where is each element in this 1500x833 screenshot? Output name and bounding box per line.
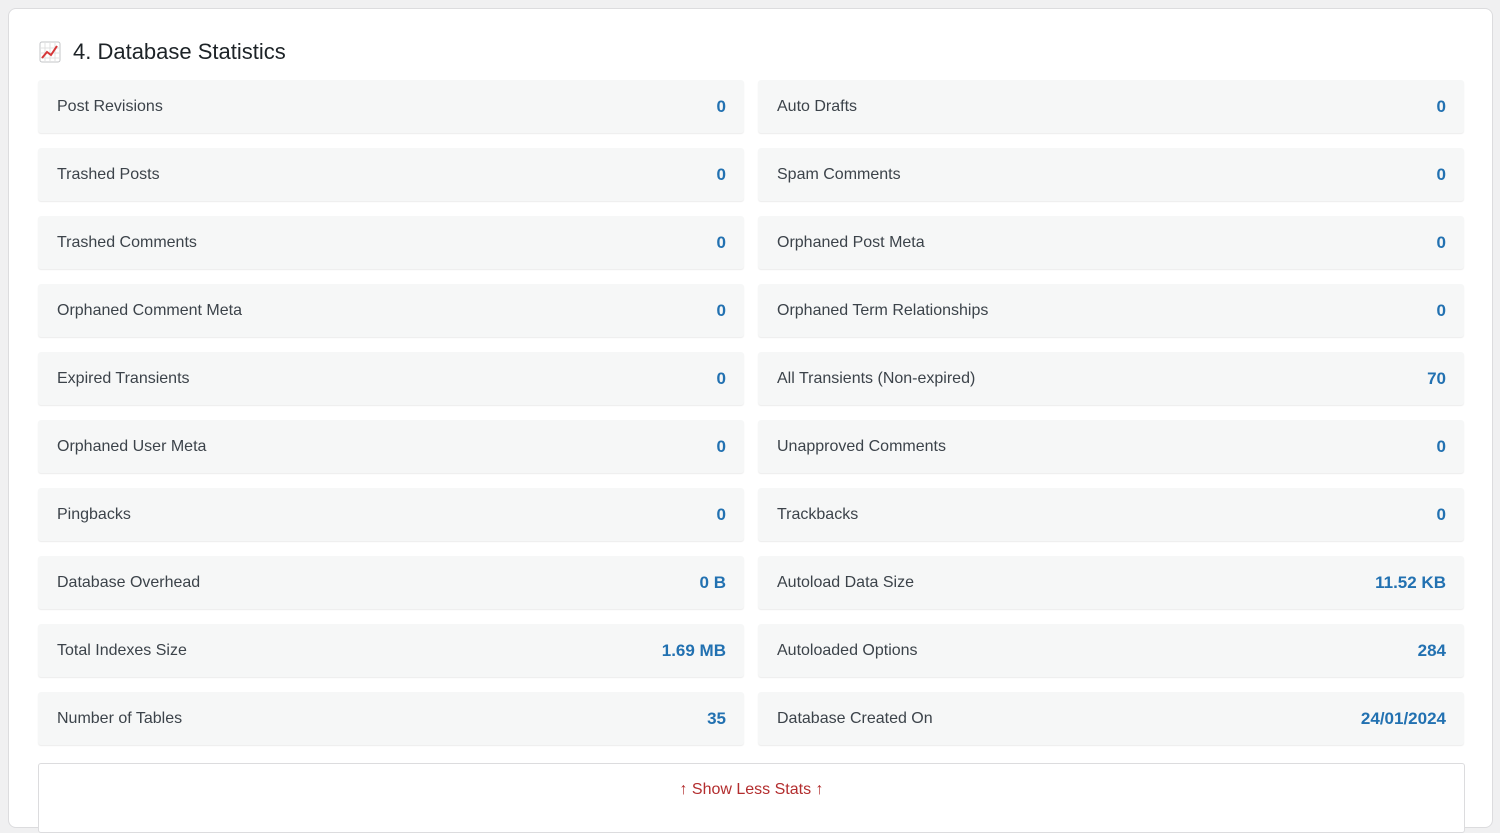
stat-card: Trackbacks 0 bbox=[758, 488, 1464, 541]
stat-card: Auto Drafts 0 bbox=[758, 80, 1464, 133]
stat-card: Autoloaded Options 284 bbox=[758, 624, 1464, 677]
stat-value: 0 bbox=[1436, 164, 1446, 184]
stat-label: Database Overhead bbox=[57, 573, 201, 591]
stat-label: Post Revisions bbox=[57, 97, 163, 115]
stat-value: 284 bbox=[1417, 640, 1446, 660]
stat-card: Autoload Data Size 11.52 KB bbox=[758, 556, 1464, 609]
stat-card: Orphaned Term Relationships 0 bbox=[758, 284, 1464, 337]
stat-value: 0 bbox=[1436, 232, 1446, 252]
stat-value: 0 bbox=[716, 232, 726, 252]
stat-label: Trashed Posts bbox=[57, 165, 160, 183]
stat-value: 0 bbox=[716, 164, 726, 184]
stat-value: 0 bbox=[1436, 96, 1446, 116]
section-title: 4. Database Statistics bbox=[73, 39, 286, 64]
stat-value: 0 bbox=[1436, 504, 1446, 524]
stat-label: Orphaned Term Relationships bbox=[777, 301, 989, 319]
show-less-stats-label: ↑ Show Less Stats ↑ bbox=[679, 781, 824, 798]
stat-card: Orphaned Comment Meta 0 bbox=[38, 284, 744, 337]
stat-value: 0 bbox=[1436, 436, 1446, 456]
stat-card: Trashed Posts 0 bbox=[38, 148, 744, 201]
stat-label: Database Created On bbox=[777, 709, 933, 727]
stat-value: 0 bbox=[716, 504, 726, 524]
chart-increasing-icon bbox=[39, 41, 61, 63]
stat-label: Unapproved Comments bbox=[777, 437, 946, 455]
stat-label: Autoload Data Size bbox=[777, 573, 914, 591]
stat-value: 0 bbox=[716, 368, 726, 388]
stat-label: Spam Comments bbox=[777, 165, 901, 183]
stat-label: Orphaned Post Meta bbox=[777, 233, 925, 251]
stat-value: 0 B bbox=[699, 572, 726, 592]
section-header: 4. Database Statistics bbox=[39, 37, 286, 67]
stat-value: 0 bbox=[716, 96, 726, 116]
show-less-stats-button[interactable]: ↑ Show Less Stats ↑ bbox=[38, 763, 1465, 833]
stat-value: 0 bbox=[716, 300, 726, 320]
stat-label: Orphaned User Meta bbox=[57, 437, 207, 455]
stat-label: Expired Transients bbox=[57, 369, 190, 387]
stat-card: Expired Transients 0 bbox=[38, 352, 744, 405]
stat-value: 11.52 KB bbox=[1375, 572, 1446, 592]
stats-grid: Post Revisions 0 Auto Drafts 0 Trashed Posts… bbox=[38, 80, 1464, 745]
stat-label: Number of Tables bbox=[57, 709, 183, 727]
stat-card: Spam Comments 0 bbox=[758, 148, 1464, 201]
stat-label: Auto Drafts bbox=[777, 97, 858, 115]
stat-label: Total Indexes Size bbox=[57, 641, 187, 659]
stat-value: 70 bbox=[1427, 368, 1446, 388]
stat-card: Orphaned User Meta 0 bbox=[38, 420, 744, 473]
stat-value: 24/01/2024 bbox=[1360, 708, 1446, 728]
stat-card: Database Created On 24/01/2024 bbox=[758, 692, 1464, 745]
stat-label: Pingbacks bbox=[57, 505, 131, 523]
stat-card: Orphaned Post Meta 0 bbox=[758, 216, 1464, 269]
stat-value: 35 bbox=[707, 708, 726, 728]
stat-label: Autoloaded Options bbox=[777, 641, 918, 659]
stat-card: All Transients (Non-expired) 70 bbox=[758, 352, 1464, 405]
stat-value: 0 bbox=[716, 436, 726, 456]
stat-label: Trashed Comments bbox=[57, 233, 197, 251]
stat-value: 0 bbox=[1436, 300, 1446, 320]
stat-label: All Transients (Non-expired) bbox=[777, 369, 976, 387]
stat-card: Number of Tables 35 bbox=[38, 692, 744, 745]
stat-label: Orphaned Comment Meta bbox=[57, 301, 242, 319]
stat-label: Trackbacks bbox=[777, 505, 859, 523]
stat-card: Trashed Comments 0 bbox=[38, 216, 744, 269]
stat-card: Post Revisions 0 bbox=[38, 80, 744, 133]
database-statistics-panel: 4. Database Statistics Post Revisions 0 Au… bbox=[8, 8, 1493, 833]
stat-card: Total Indexes Size 1.69 MB bbox=[38, 624, 744, 677]
stat-card: Unapproved Comments 0 bbox=[758, 420, 1464, 473]
stat-card: Pingbacks 0 bbox=[38, 488, 744, 541]
stat-card: Database Overhead 0 B bbox=[38, 556, 744, 609]
stat-value: 1.69 MB bbox=[661, 640, 726, 660]
